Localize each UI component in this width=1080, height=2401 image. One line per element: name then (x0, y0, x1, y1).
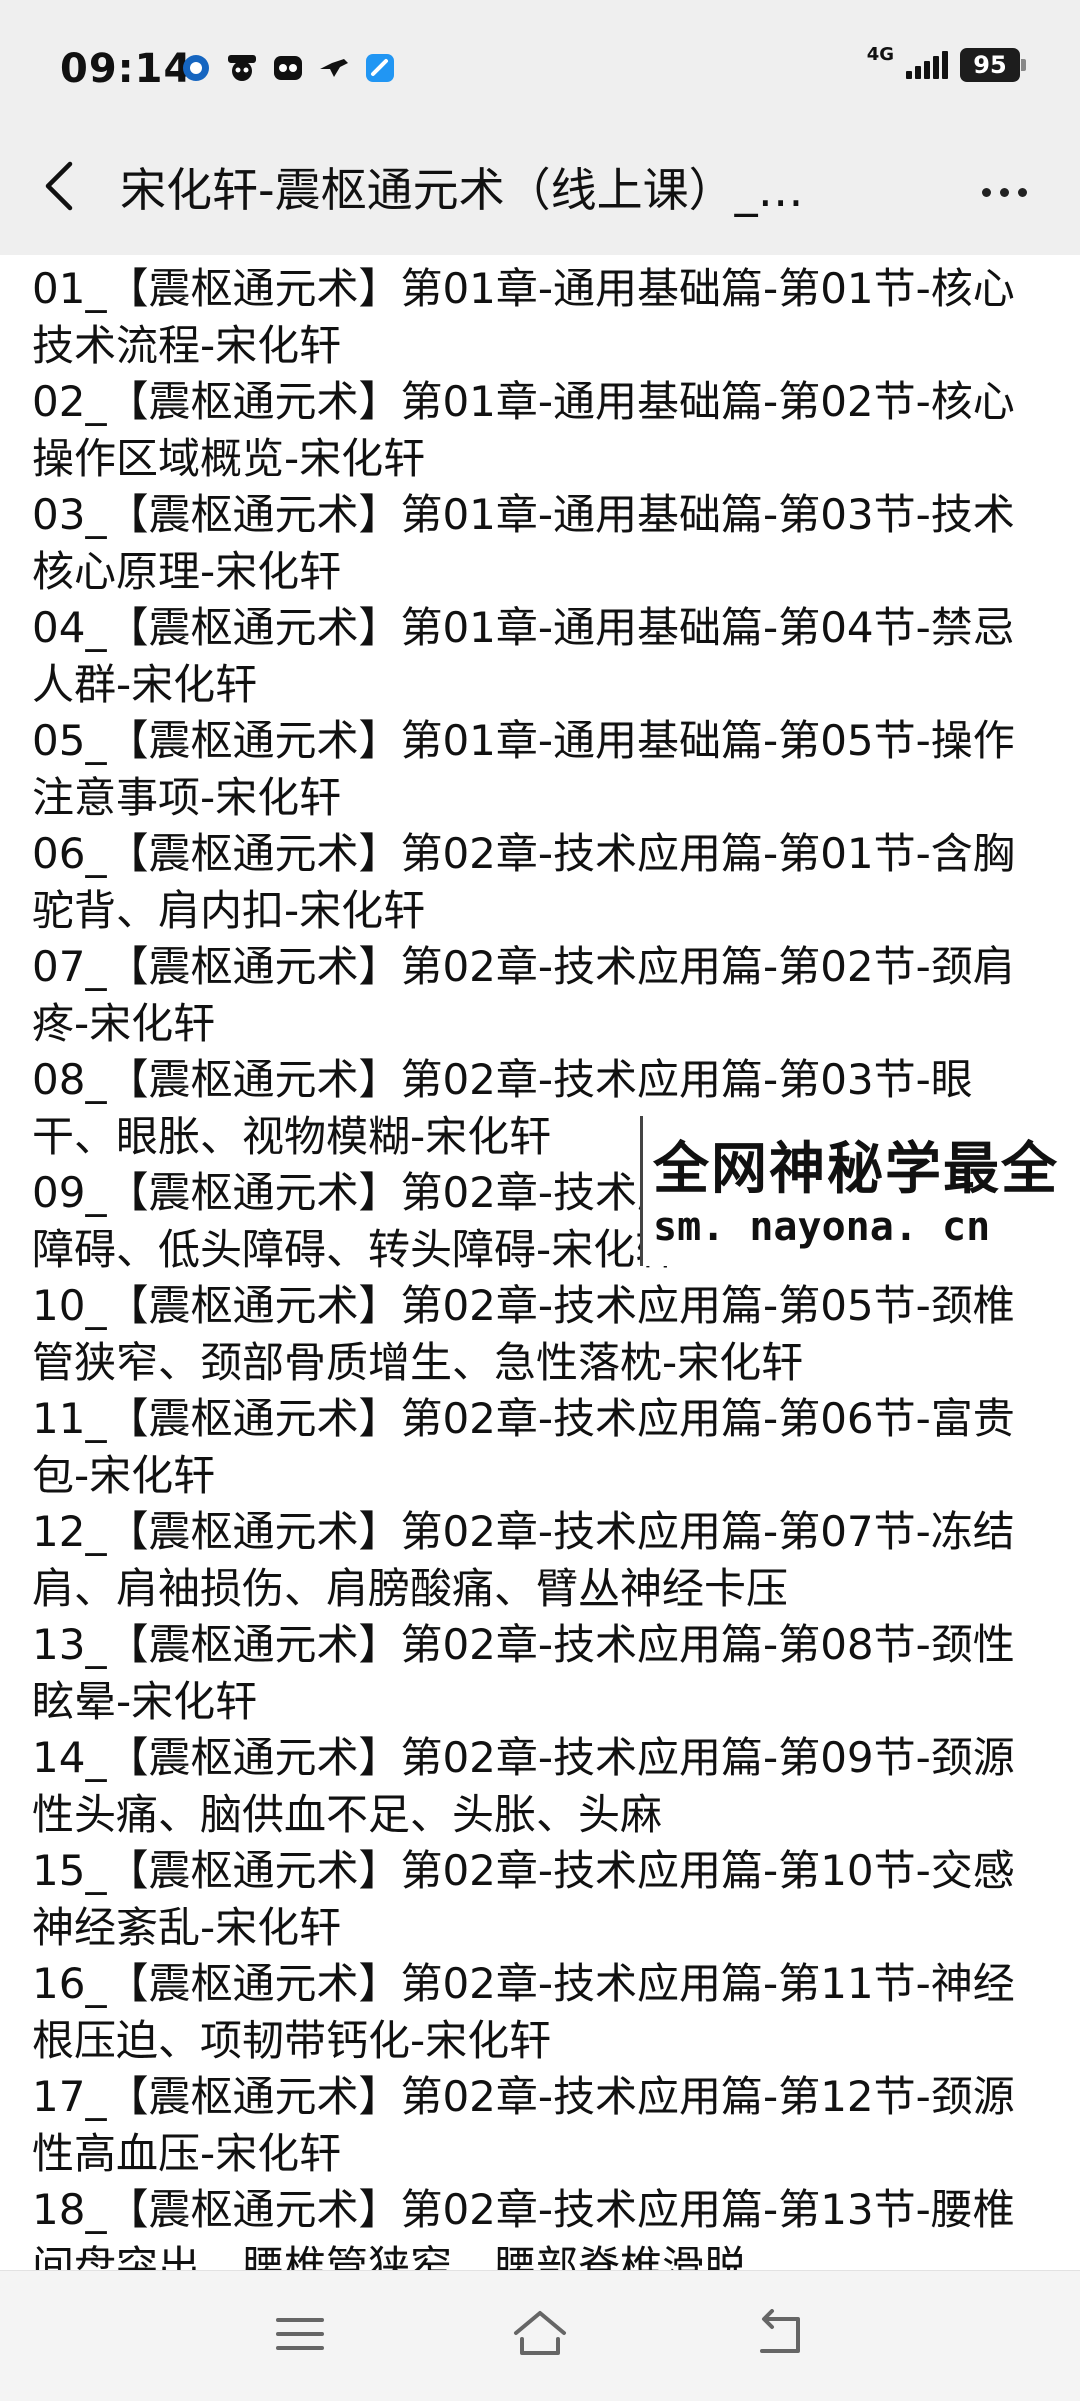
network-type: 4G (866, 44, 894, 65)
more-button[interactable] (968, 164, 1040, 220)
list-item[interactable]: 01_【震枢通元术】第01章-通用基础篇-第01节-核心技术流程-宋化轩 (0, 261, 1080, 374)
list-item[interactable]: 10_【震枢通元术】第02章-技术应用篇-第05节-颈椎管狭窄、颈部骨质增生、急… (0, 1278, 1080, 1391)
notification-mascot-icon (226, 52, 258, 84)
notification-icons (180, 52, 396, 84)
system-nav-bar (0, 2270, 1080, 2401)
list-item[interactable]: 14_【震枢通元术】第02章-技术应用篇-第09节-颈源性头痛、脑供血不足、头胀… (0, 1730, 1080, 1843)
watermark: 全网神秘学最全 sm. nayona. cn (640, 1116, 1080, 1266)
status-time: 09:14 (60, 46, 193, 92)
battery-level: 95 (973, 51, 1007, 79)
more-dot-icon (999, 187, 1009, 197)
list-item[interactable]: 04_【震枢通元术】第01章-通用基础篇-第04节-禁忌人群-宋化轩 (0, 600, 1080, 713)
list-item[interactable]: 17_【震枢通元术】第02章-技术应用篇-第12节-颈源性高血压-宋化轩 (0, 2069, 1080, 2182)
system-status: 4G 95 (866, 44, 1026, 82)
list-item[interactable]: 03_【震枢通元术】第01章-通用基础篇-第03节-技术核心原理-宋化轩 (0, 487, 1080, 600)
status-bar: 09:14 4G 95 (0, 0, 1080, 130)
nav-menu-button[interactable] (260, 2301, 340, 2371)
notification-circle-icon (180, 52, 212, 84)
nav-home-button[interactable] (500, 2301, 580, 2371)
list-item[interactable]: 12_【震枢通元术】第02章-技术应用篇-第07节-冻结肩、肩袖损伤、肩膀酸痛、… (0, 1504, 1080, 1617)
page-title: 宋化轩-震枢通元术（线上课）_… (120, 163, 804, 217)
nav-back-button[interactable] (740, 2301, 820, 2371)
signal-icon (906, 51, 948, 79)
notification-game-icon (272, 52, 304, 84)
back-button[interactable] (30, 158, 90, 218)
more-dot-icon (1017, 187, 1027, 197)
list-item[interactable]: 15_【震枢通元术】第02章-技术应用篇-第10节-交感神经紊乱-宋化轩 (0, 1843, 1080, 1956)
list-item[interactable]: 13_【震枢通元术】第02章-技术应用篇-第08节-颈性眩晕-宋化轩 (0, 1617, 1080, 1730)
battery-icon: 95 (960, 48, 1026, 82)
app-header: 宋化轩-震枢通元术（线上课）_… (0, 130, 1080, 255)
chevron-left-icon (40, 160, 80, 216)
list-item[interactable]: 18_【震枢通元术】第02章-技术应用篇-第13节-腰椎间盘突出、腰椎管狭窄、腰… (0, 2182, 1080, 2270)
list-item[interactable]: 06_【震枢通元术】第02章-技术应用篇-第01节-含胸驼背、肩内扣-宋化轩 (0, 826, 1080, 939)
list-item[interactable]: 16_【震枢通元术】第02章-技术应用篇-第11节-神经根压迫、项韧带钙化-宋化… (0, 1956, 1080, 2069)
watermark-title: 全网神秘学最全 (653, 1137, 1059, 1202)
menu-icon (274, 2314, 326, 2358)
list-item[interactable]: 11_【震枢通元术】第02章-技术应用篇-第06节-富贵包-宋化轩 (0, 1391, 1080, 1504)
notification-bird-icon (318, 52, 350, 84)
list-item[interactable]: 02_【震枢通元术】第01章-通用基础篇-第02节-核心操作区域概览-宋化轩 (0, 374, 1080, 487)
list-item[interactable]: 05_【震枢通元术】第01章-通用基础篇-第05节-操作注意事项-宋化轩 (0, 713, 1080, 826)
home-icon (510, 2309, 570, 2363)
list-item[interactable]: 07_【震枢通元术】第02章-技术应用篇-第02节-颈肩疼-宋化轩 (0, 939, 1080, 1052)
more-dot-icon (981, 187, 991, 197)
back-icon (752, 2309, 808, 2363)
watermark-url: sm. nayona. cn (653, 1204, 991, 1250)
notification-app-icon (364, 52, 396, 84)
